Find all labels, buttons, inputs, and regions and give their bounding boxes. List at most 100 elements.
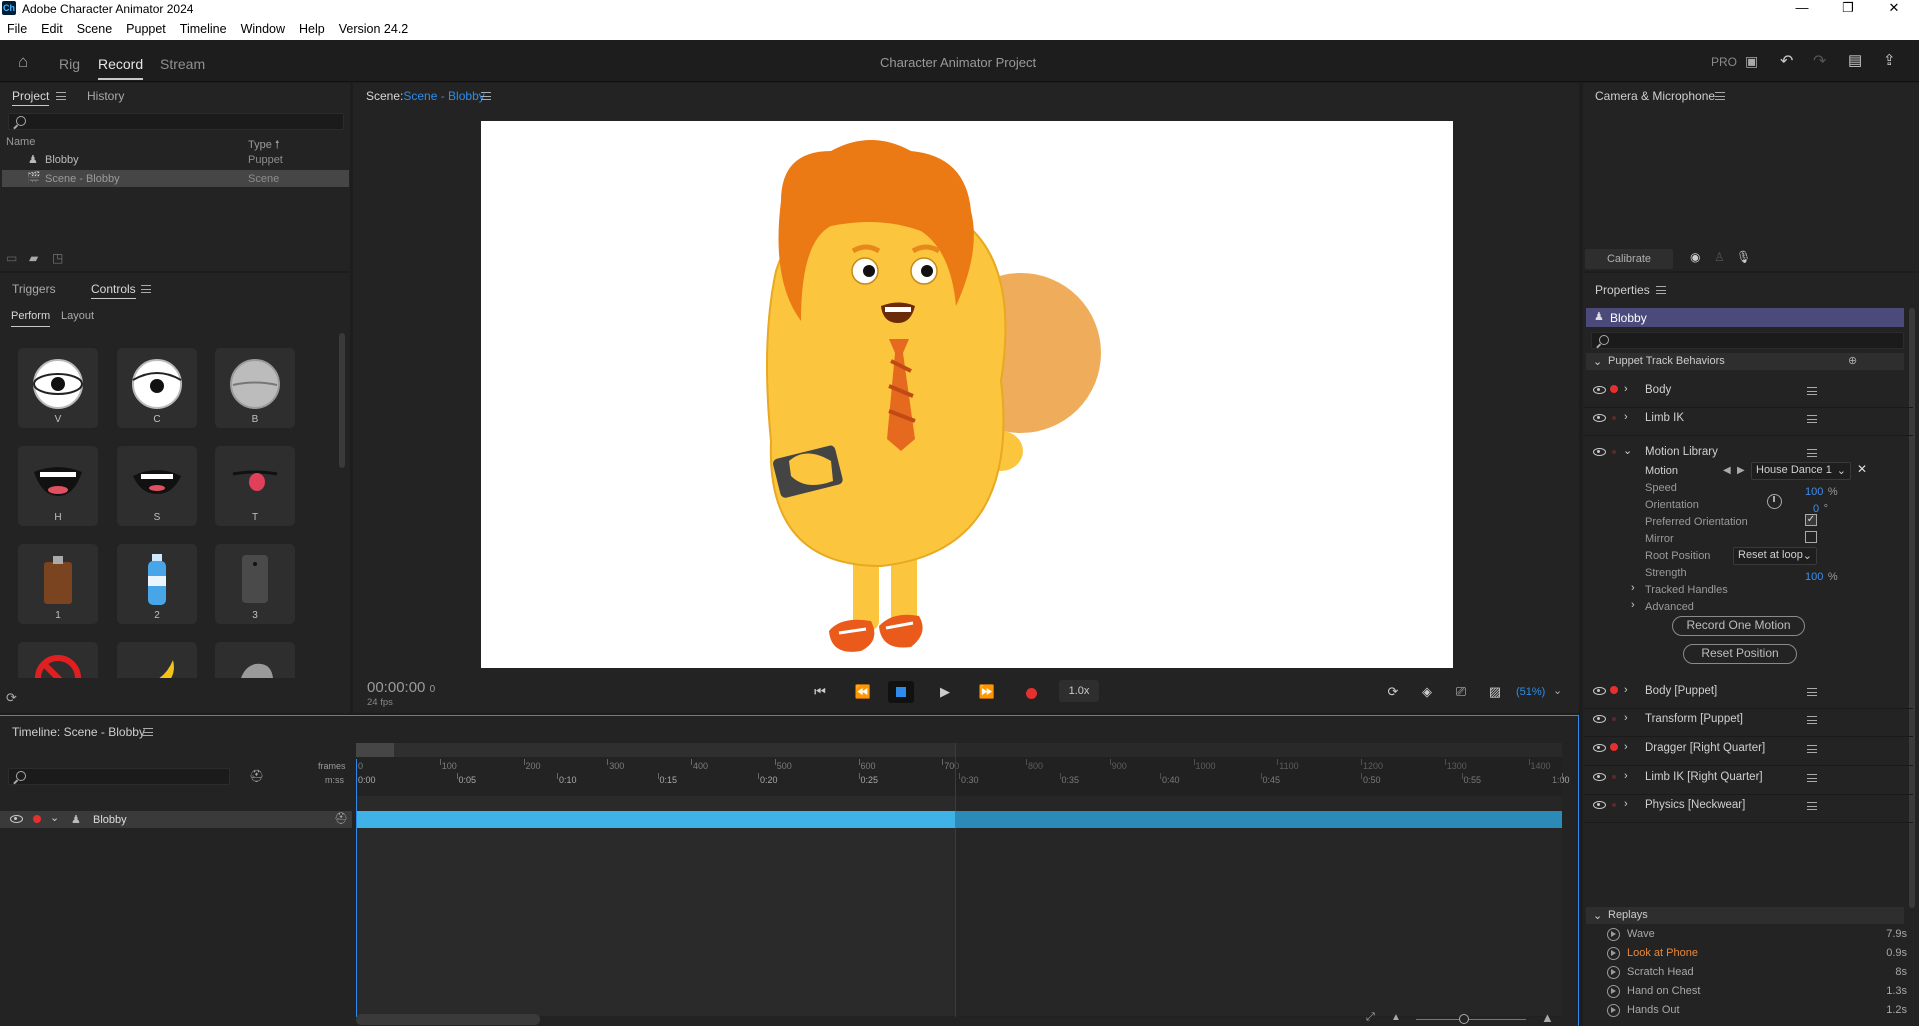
timeline-menu-icon[interactable]	[143, 728, 153, 736]
visibility-eye-icon[interactable]	[1593, 687, 1606, 695]
subtab-perform[interactable]: Perform	[11, 310, 51, 327]
work-area-handle[interactable]	[356, 743, 394, 757]
step-back-icon[interactable]: ⏪	[850, 681, 876, 703]
visibility-eye-icon[interactable]	[1593, 801, 1606, 809]
fit-icon[interactable]: ⤢	[1366, 1011, 1375, 1024]
record-arm-dot[interactable]	[1612, 717, 1616, 721]
column-name[interactable]: Name	[6, 136, 35, 148]
control-tile-b[interactable]: B	[215, 348, 295, 428]
replay-item[interactable]: Hand on Chest 1.3s	[1607, 983, 1907, 1002]
control-tile-hand[interactable]	[215, 642, 295, 678]
visibility-eye-icon[interactable]	[1593, 414, 1606, 422]
track-bar-extended[interactable]	[955, 811, 1562, 828]
tracked-handles-label[interactable]: Tracked Handles	[1645, 584, 1728, 596]
timecode[interactable]: 00:00:00 0	[367, 679, 435, 696]
menu-item[interactable]: Scene	[70, 22, 119, 36]
play-icon[interactable]: ▶	[932, 681, 958, 703]
chevron-right-icon[interactable]: ›	[1624, 684, 1628, 696]
physics-icon[interactable]: ◈	[1414, 681, 1440, 703]
chevron-right-icon[interactable]: ›	[1624, 383, 1628, 395]
chevron-right-icon[interactable]: ›	[1624, 411, 1628, 423]
root-position-select[interactable]: Reset at loop ⌄	[1733, 547, 1817, 565]
record-arm-dot[interactable]	[1612, 803, 1616, 807]
new-item-icon[interactable]: ◳	[52, 251, 63, 265]
panel-toggle-icon[interactable]: ▣	[1745, 53, 1758, 70]
webcam-icon[interactable]: ◉	[1690, 250, 1700, 264]
record-arm-dot[interactable]	[1612, 450, 1616, 454]
new-scene-icon[interactable]: ▭	[6, 251, 17, 265]
timeline-zoom-slider[interactable]	[1416, 1019, 1526, 1020]
puppet-blobby[interactable]	[481, 121, 1453, 668]
zoom-in-icon[interactable]: ▲	[1541, 1010, 1554, 1025]
visibility-eye-icon[interactable]	[1593, 744, 1606, 752]
chevron-down-icon[interactable]: ⌄	[1623, 444, 1632, 457]
mirror-checkbox[interactable]	[1805, 531, 1817, 543]
tab-project[interactable]: Project	[12, 89, 50, 106]
control-tile-3[interactable]: 3	[215, 544, 295, 624]
behavior-menu-icon[interactable]	[1807, 802, 1817, 810]
control-tile-none[interactable]	[18, 642, 98, 678]
record-arm-dot[interactable]	[1610, 743, 1618, 751]
body-tracking-icon[interactable]: ♙	[1714, 250, 1725, 264]
behavior-menu-icon[interactable]	[1807, 716, 1817, 724]
step-forward-icon[interactable]: ⏩	[974, 681, 1000, 703]
redo-icon[interactable]: ↷	[1813, 51, 1826, 71]
chevron-right-icon[interactable]: ›	[1624, 798, 1628, 810]
menu-item[interactable]: Version 24.2	[332, 22, 416, 36]
control-tile-v[interactable]: V	[18, 348, 98, 428]
playback-speed[interactable]: 1.0x	[1059, 680, 1099, 702]
play-circle-icon[interactable]	[1607, 966, 1620, 979]
record-arm-dot[interactable]	[1610, 686, 1618, 694]
project-menu-icon[interactable]	[56, 92, 66, 100]
behavior-menu-icon[interactable]	[1807, 415, 1817, 423]
speed-field[interactable]: 100 %	[1805, 482, 1838, 500]
replays-header[interactable]: ⌄ Replays	[1586, 907, 1904, 924]
visibility-eye-icon[interactable]	[1593, 448, 1606, 456]
replay-item[interactable]: Hands Out 1.2s	[1607, 1002, 1907, 1021]
behavior-menu-icon[interactable]	[1807, 745, 1817, 753]
menu-item[interactable]: Edit	[34, 22, 70, 36]
scene-tab[interactable]: Scene:Scene - Blobby	[366, 89, 485, 103]
workspace-record[interactable]: Record	[98, 56, 144, 80]
menu-item[interactable]: Puppet	[119, 22, 173, 36]
tab-triggers[interactable]: Triggers	[12, 282, 56, 296]
zoom-slider-thumb[interactable]	[1459, 1014, 1469, 1024]
control-tile-2[interactable]: 2	[117, 544, 197, 624]
visibility-eye-icon[interactable]	[1593, 773, 1606, 781]
zoom-level[interactable]: (51%)	[1516, 686, 1545, 698]
project-item[interactable]: 🎬 Scene - Blobby Scene	[2, 170, 349, 187]
menu-item[interactable]: Timeline	[173, 22, 234, 36]
behavior-menu-icon[interactable]	[1807, 688, 1817, 696]
behavior-menu-icon[interactable]	[1807, 774, 1817, 782]
motion-select[interactable]: House Dance 1 ⌄	[1751, 462, 1851, 480]
behavior-menu-icon[interactable]	[1807, 387, 1817, 395]
cast-icon[interactable]: ⎚	[1448, 681, 1474, 703]
play-circle-icon[interactable]	[1607, 928, 1620, 941]
share-icon[interactable]: ⇪	[1883, 51, 1896, 69]
menu-item[interactable]: Help	[292, 22, 332, 36]
chevron-down-icon[interactable]: ⌄	[50, 811, 59, 824]
calibrate-button[interactable]: Calibrate	[1585, 249, 1673, 269]
timeline-hscroll[interactable]	[356, 1014, 540, 1025]
chevron-right-icon[interactable]: ›	[1631, 599, 1635, 611]
track-bar[interactable]	[356, 811, 955, 828]
next-motion-icon[interactable]: ▶	[1737, 465, 1745, 476]
subtab-layout[interactable]: Layout	[61, 310, 94, 322]
project-search-input[interactable]	[8, 113, 344, 130]
strength-field[interactable]: 100 %	[1805, 567, 1838, 585]
feedback-icon[interactable]: ▤	[1848, 51, 1862, 69]
record-one-motion-button[interactable]: Record One Motion	[1672, 616, 1805, 636]
properties-menu-icon[interactable]	[1656, 286, 1666, 294]
control-tile-banana[interactable]	[117, 642, 197, 678]
play-circle-icon[interactable]	[1607, 985, 1620, 998]
replay-item[interactable]: Look at Phone 0.9s	[1607, 945, 1907, 964]
zoom-out-icon[interactable]: ▲	[1391, 1012, 1401, 1023]
properties-search-input[interactable]	[1591, 332, 1904, 349]
tab-controls[interactable]: Controls	[91, 282, 136, 299]
orientation-dial-icon[interactable]	[1767, 494, 1782, 509]
behavior-row[interactable]: › Limb IK	[1583, 402, 1913, 436]
record-arm-dot[interactable]	[1612, 775, 1616, 779]
puppet-track-behaviors-header[interactable]: ⌄ Puppet Track Behaviors ⊕	[1586, 353, 1904, 370]
workspace-stream[interactable]: Stream	[160, 56, 205, 72]
behavior-row[interactable]: › Physics [Neckwear]	[1583, 789, 1913, 823]
